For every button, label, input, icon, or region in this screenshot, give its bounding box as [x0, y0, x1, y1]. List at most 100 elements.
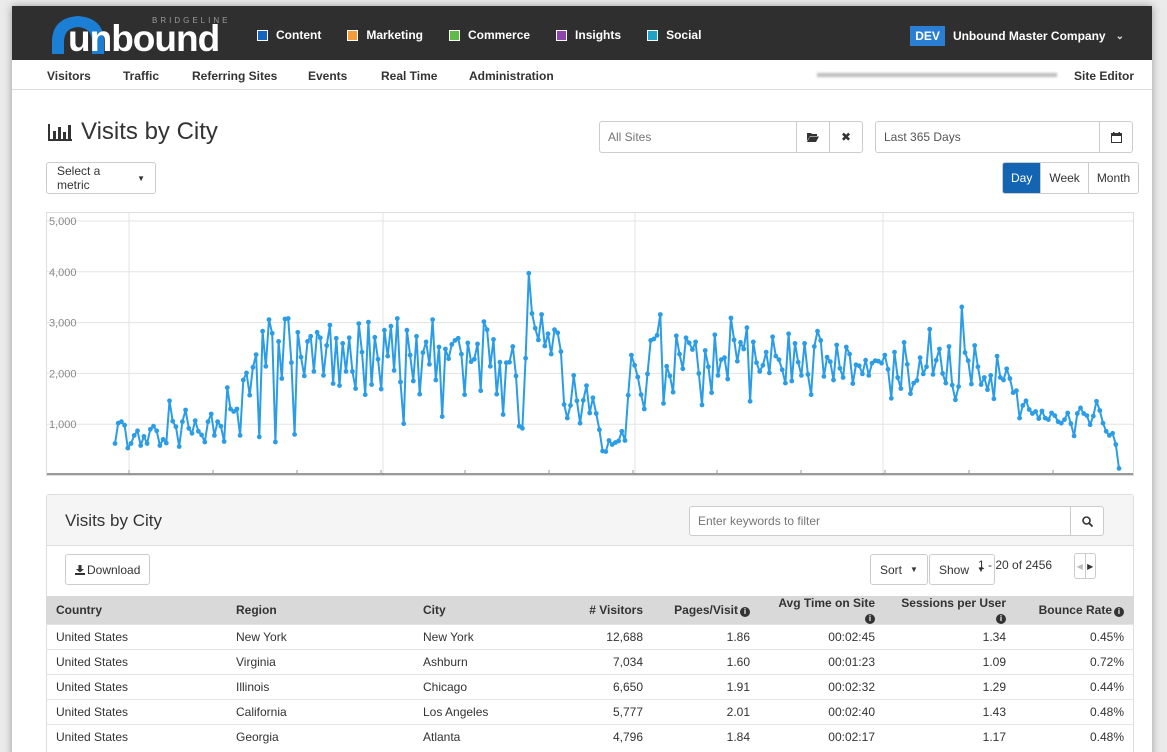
data-point: [176, 444, 182, 449]
data-point: [237, 433, 243, 438]
data-point: [779, 367, 785, 373]
info-icon: i: [740, 607, 750, 617]
data-point: [430, 317, 435, 322]
data-point: [305, 339, 310, 344]
data-point: [866, 373, 872, 378]
column-header-avg-time[interactable]: Avg Time on Sitei: [760, 596, 885, 625]
download-button[interactable]: Download: [65, 554, 151, 585]
data-point: [289, 360, 294, 366]
show-label: Show: [939, 562, 970, 577]
column-header-sessions-per-user[interactable]: Sessions per Useri: [885, 596, 1016, 625]
data-point: [792, 341, 798, 346]
column-header-visitors[interactable]: # Visitors: [558, 596, 653, 625]
section-nav-administration[interactable]: Administration: [469, 69, 554, 83]
data-point: [359, 349, 365, 355]
site-filter-input[interactable]: [600, 122, 796, 152]
section-nav-referring-sites[interactable]: Referring Sites: [192, 69, 277, 83]
site-editor-link[interactable]: Site Editor: [1074, 69, 1134, 83]
pagination-arrows: ◀ ▶: [1074, 553, 1096, 579]
data-point: [186, 425, 192, 431]
table-cell: 6,650: [558, 674, 653, 700]
brand-logo[interactable]: unbound BRIDGELINE: [48, 12, 248, 59]
data-point: [734, 358, 740, 364]
section-nav-traffic[interactable]: Traffic: [123, 69, 159, 83]
data-point: [1068, 421, 1074, 427]
section-nav-events[interactable]: Events: [308, 69, 347, 83]
data-point: [738, 340, 743, 345]
search-button[interactable]: [1070, 507, 1103, 535]
column-header-city[interactable]: City: [413, 596, 558, 625]
data-point: [382, 327, 387, 333]
data-point: [510, 344, 516, 349]
company-name: Unbound Master Company: [952, 29, 1106, 43]
data-point: [837, 365, 843, 371]
marketing-square-icon: [347, 29, 359, 41]
column-header-bounce-rate[interactable]: Bounce Rate i: [1016, 596, 1134, 625]
column-header-region[interactable]: Region: [226, 596, 413, 625]
data-point: [824, 354, 830, 360]
granularity-day[interactable]: Day: [1003, 163, 1041, 193]
data-point: [369, 382, 374, 387]
data-point: [308, 333, 314, 339]
data-point: [773, 353, 779, 359]
data-point: [946, 344, 952, 349]
data-point: [545, 331, 551, 337]
product-nav-insights[interactable]: Insights: [556, 28, 621, 42]
section-nav-real-time[interactable]: Real Time: [381, 69, 437, 83]
data-point: [933, 357, 939, 363]
company-switcher[interactable]: DEV Unbound Master Company ⌄: [910, 26, 1124, 46]
column-header-pages-per-visit[interactable]: Pages/Visit i: [653, 596, 760, 625]
data-point: [327, 322, 333, 328]
table-row[interactable]: United States Illinois Chicago 6,650 1.91 00:…: [46, 674, 1134, 700]
data-point: [478, 388, 484, 394]
data-point: [712, 332, 718, 338]
data-point: [1084, 413, 1090, 418]
clear-sites-button[interactable]: ✖: [829, 122, 862, 152]
data-point: [715, 373, 721, 378]
section-nav-visitors[interactable]: Visitors: [47, 69, 91, 83]
data-point: [138, 443, 144, 448]
pagination-info: 1 - 20 of 2456: [978, 558, 1053, 572]
product-nav-content[interactable]: Content: [257, 28, 321, 42]
column-header-country[interactable]: Country: [46, 596, 226, 625]
product-nav-marketing[interactable]: Marketing: [347, 28, 423, 42]
product-nav-social[interactable]: Social: [647, 28, 701, 42]
product-nav-label: Marketing: [366, 28, 424, 42]
top-bar: unbound BRIDGELINE Content Marketing Com…: [12, 6, 1152, 60]
data-point: [985, 387, 990, 393]
data-point: [786, 331, 791, 337]
data-point: [122, 422, 127, 428]
next-page-icon[interactable]: ▶: [1084, 554, 1096, 578]
table-cell: 1.29: [885, 674, 1016, 700]
data-point: [311, 369, 317, 374]
granularity-month[interactable]: Month: [1087, 163, 1139, 193]
table-row[interactable]: United States Virginia Ashburn 7,034 1.60 00:…: [46, 649, 1134, 675]
data-point: [664, 363, 670, 369]
calendar-button[interactable]: [1099, 122, 1132, 152]
product-nav-commerce[interactable]: Commerce: [449, 28, 530, 42]
visits-chart: 1,000 2,000 3,000 4,000 5,000: [46, 212, 1134, 476]
data-point: [202, 439, 208, 445]
granularity-week[interactable]: Week: [1040, 163, 1088, 193]
metric-select[interactable]: Select a metric ▼: [46, 162, 156, 194]
data-point: [443, 346, 448, 352]
date-range-input[interactable]: [876, 122, 1100, 152]
data-point: [693, 339, 698, 345]
product-nav-label: Commerce: [468, 28, 531, 42]
data-point: [1039, 408, 1045, 414]
previous-page-icon[interactable]: ◀: [1075, 554, 1085, 578]
data-point: [520, 425, 525, 431]
table-filter-input[interactable]: [690, 507, 1071, 535]
table-row[interactable]: United States Georgia Atlanta 4,796 1.84 00:0…: [46, 724, 1134, 750]
sort-dropdown[interactable]: Sort ▼: [870, 554, 928, 585]
data-point: [279, 376, 285, 381]
data-point: [641, 406, 647, 412]
data-point: [860, 371, 865, 377]
data-point: [654, 332, 660, 338]
folder-open-button[interactable]: [796, 122, 829, 152]
app-window: unbound BRIDGELINE Content Marketing Com…: [12, 6, 1152, 752]
data-point: [173, 424, 179, 430]
table-row[interactable]: United States New York New York 12,688 1.86 0…: [46, 624, 1134, 650]
table-row[interactable]: United States California Los Angeles 5,777 2…: [46, 699, 1134, 725]
data-point: [295, 329, 301, 335]
